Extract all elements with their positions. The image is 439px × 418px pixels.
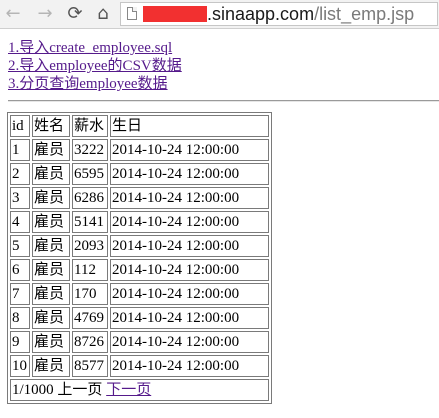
- cell-birthday: 2014-10-24 12:00:00: [110, 211, 269, 233]
- page-icon: [127, 7, 137, 20]
- cell-salary: 4769: [72, 307, 108, 329]
- cell-birthday: 2014-10-24 12:00:00: [110, 355, 269, 377]
- cell-id: 9: [10, 331, 30, 353]
- cell-name: 雇员: [32, 139, 70, 161]
- link-list: 1.导入create_employee.sql 2.导入employee的CSV…: [8, 39, 182, 93]
- header-name: 姓名: [32, 115, 70, 137]
- cell-salary: 5141: [72, 211, 108, 233]
- cell-birthday: 2014-10-24 12:00:00: [110, 331, 269, 353]
- table-row: 5 雇员 2093 2014-10-24 12:00:00: [10, 235, 269, 257]
- header-id: id: [10, 115, 30, 137]
- cell-salary: 112: [72, 259, 108, 281]
- table-row: 3 雇员 6286 2014-10-24 12:00:00: [10, 187, 269, 209]
- cell-salary: 8577: [72, 355, 108, 377]
- cell-id: 8: [10, 307, 30, 329]
- table-row: 1 雇员 3222 2014-10-24 12:00:00: [10, 139, 269, 161]
- redacted-subdomain: [143, 6, 207, 22]
- cell-birthday: 2014-10-24 12:00:00: [110, 187, 269, 209]
- cell-id: 4: [10, 211, 30, 233]
- table-row: 6 雇员 112 2014-10-24 12:00:00: [10, 259, 269, 281]
- link-import-csv[interactable]: 2.导入employee的CSV数据: [8, 57, 182, 75]
- cell-birthday: 2014-10-24 12:00:00: [110, 283, 269, 305]
- url-path: /list_emp.jsp: [314, 4, 415, 24]
- table-header-row: id 姓名 薪水 生日: [10, 115, 269, 137]
- cell-name: 雇员: [32, 187, 70, 209]
- cell-id: 6: [10, 259, 30, 281]
- link-import-sql[interactable]: 1.导入create_employee.sql: [8, 39, 182, 57]
- cell-birthday: 2014-10-24 12:00:00: [110, 163, 269, 185]
- url-text: .sinaapp.com/list_emp.jsp: [207, 3, 414, 25]
- header-salary: 薪水: [72, 115, 108, 137]
- url-host: .sinaapp.com: [207, 4, 315, 24]
- employee-table: id 姓名 薪水 生日 1 雇员 3222 2014-10-24 12:00:00 2 雇…: [7, 112, 272, 404]
- link-paged-query[interactable]: 3.分页查询employee数据: [8, 75, 182, 93]
- table-row: 4 雇员 5141 2014-10-24 12:00:00: [10, 211, 269, 233]
- table-row: 9 雇员 8726 2014-10-24 12:00:00: [10, 331, 269, 353]
- cell-name: 雇员: [32, 163, 70, 185]
- cell-birthday: 2014-10-24 12:00:00: [110, 139, 269, 161]
- forward-arrow-icon[interactable]: →: [34, 3, 56, 25]
- address-bar[interactable]: .sinaapp.com/list_emp.jsp: [120, 2, 438, 26]
- page-position: 1/1000: [12, 382, 54, 398]
- cell-id: 5: [10, 235, 30, 257]
- cell-name: 雇员: [32, 211, 70, 233]
- cell-salary: 8726: [72, 331, 108, 353]
- table-row: 10 雇员 8577 2014-10-24 12:00:00: [10, 355, 269, 377]
- pager-row: 1/1000 上一页 下一页: [10, 379, 269, 401]
- reload-icon[interactable]: ⟳: [64, 3, 86, 25]
- cell-birthday: 2014-10-24 12:00:00: [110, 307, 269, 329]
- cell-name: 雇员: [32, 307, 70, 329]
- table-row: 7 雇员 170 2014-10-24 12:00:00: [10, 283, 269, 305]
- cell-birthday: 2014-10-24 12:00:00: [110, 235, 269, 257]
- cell-id: 7: [10, 283, 30, 305]
- cell-id: 3: [10, 187, 30, 209]
- cell-salary: 3222: [72, 139, 108, 161]
- cell-id: 1: [10, 139, 30, 161]
- cell-id: 2: [10, 163, 30, 185]
- cell-salary: 2093: [72, 235, 108, 257]
- cell-birthday: 2014-10-24 12:00:00: [110, 259, 269, 281]
- header-birthday: 生日: [110, 115, 269, 137]
- cell-salary: 6595: [72, 163, 108, 185]
- horizontal-divider: [8, 100, 439, 102]
- cell-name: 雇员: [32, 331, 70, 353]
- home-icon[interactable]: ⌂: [92, 3, 114, 25]
- table-row: 8 雇员 4769 2014-10-24 12:00:00: [10, 307, 269, 329]
- table-row: 2 雇员 6595 2014-10-24 12:00:00: [10, 163, 269, 185]
- cell-id: 10: [10, 355, 30, 377]
- pager-cell: 1/1000 上一页 下一页: [10, 379, 269, 401]
- cell-salary: 6286: [72, 187, 108, 209]
- cell-name: 雇员: [32, 283, 70, 305]
- back-arrow-icon[interactable]: ←: [2, 3, 24, 25]
- cell-name: 雇员: [32, 259, 70, 281]
- cell-name: 雇员: [32, 355, 70, 377]
- cell-salary: 170: [72, 283, 108, 305]
- browser-toolbar: ← → ⟳ ⌂ .sinaapp.com/list_emp.jsp: [0, 0, 439, 29]
- cell-name: 雇员: [32, 235, 70, 257]
- prev-page-text: 上一页: [57, 382, 103, 398]
- next-page-link[interactable]: 下一页: [106, 382, 151, 398]
